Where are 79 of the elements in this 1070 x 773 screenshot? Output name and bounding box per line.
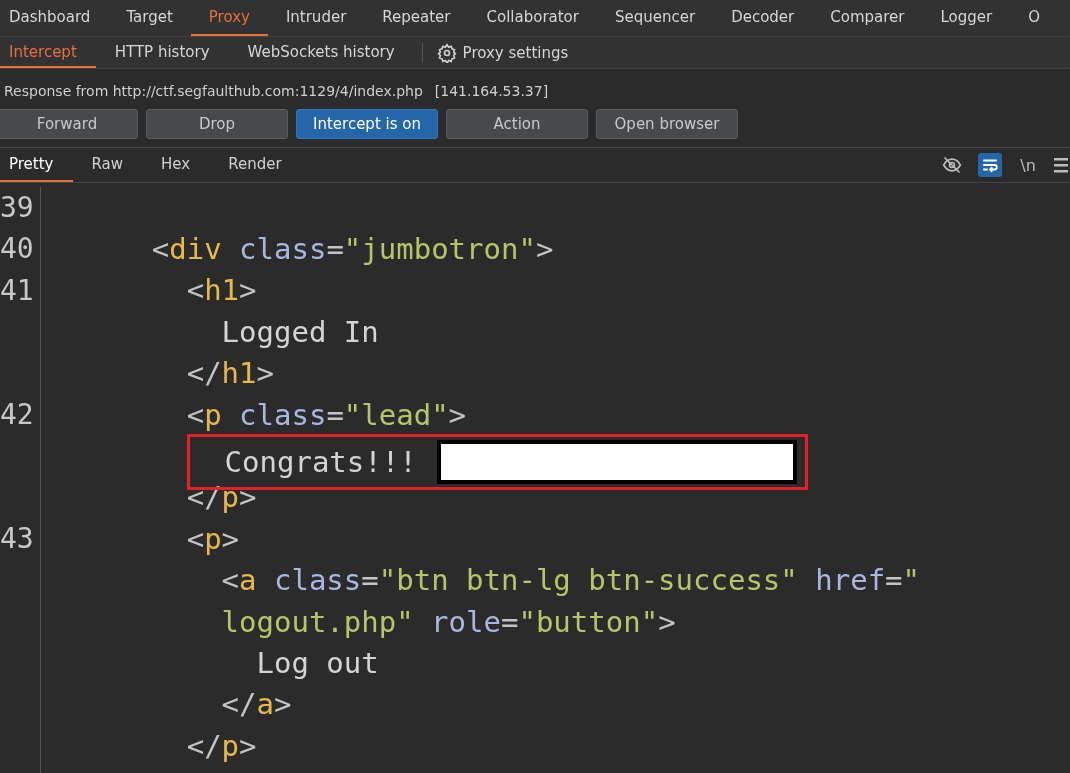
code-token: > bbox=[535, 232, 554, 267]
code-token: role bbox=[430, 604, 501, 639]
main-tab[interactable]: Collaborator bbox=[468, 0, 597, 36]
sub-tab[interactable]: Intercept bbox=[0, 37, 96, 68]
code-token: > bbox=[658, 604, 676, 639]
action-button[interactable]: Forward bbox=[0, 109, 138, 139]
view-tab[interactable]: Hex bbox=[142, 148, 210, 182]
code-token: > bbox=[274, 687, 292, 722]
code-token: a bbox=[256, 687, 274, 722]
code-token: a bbox=[239, 563, 257, 598]
code-token: < bbox=[150, 232, 170, 267]
code-token: > bbox=[239, 728, 257, 763]
code-token: = bbox=[326, 397, 344, 432]
code-token: p bbox=[221, 728, 240, 763]
line-number: 40 bbox=[0, 231, 35, 268]
code-token: < bbox=[185, 521, 205, 556]
action-button[interactable]: Action bbox=[446, 109, 588, 139]
gear-icon bbox=[436, 42, 457, 63]
code-token: </ bbox=[185, 356, 222, 391]
code-token: > bbox=[239, 480, 257, 515]
view-tab[interactable]: Pretty bbox=[0, 148, 73, 182]
code-token: logout.php" bbox=[220, 604, 414, 639]
code-token: "btn btn-lg btn-success" bbox=[378, 563, 798, 598]
code-token: < bbox=[185, 397, 205, 432]
code-token: > bbox=[239, 273, 257, 308]
main-tab[interactable]: Logger bbox=[922, 0, 1011, 36]
line-number: 41 bbox=[0, 272, 35, 309]
code-token: > bbox=[221, 521, 240, 556]
code-token: > bbox=[256, 356, 274, 391]
code-token: = bbox=[361, 563, 379, 598]
main-tab[interactable]: Repeater bbox=[364, 0, 469, 36]
sub-tab[interactable]: WebSockets history bbox=[228, 37, 414, 68]
code-token: < bbox=[220, 563, 240, 598]
code-token: div bbox=[169, 232, 222, 267]
newline-toggle[interactable]: \n bbox=[1016, 153, 1040, 177]
code-token: = bbox=[500, 604, 519, 639]
main-tab[interactable]: Decoder bbox=[713, 0, 813, 36]
line-number: 39 bbox=[0, 190, 35, 226]
code-token: class bbox=[238, 397, 327, 432]
code-token: href bbox=[814, 563, 886, 598]
code-token: p bbox=[204, 397, 222, 432]
line-number: 43 bbox=[0, 521, 35, 558]
code-text: Congrats!!! bbox=[224, 445, 417, 480]
code-token: > bbox=[448, 397, 467, 432]
line-number: 42 bbox=[0, 396, 35, 433]
code-token: </ bbox=[220, 687, 257, 722]
code-token: = bbox=[326, 232, 344, 267]
action-button[interactable]: Intercept is on bbox=[296, 109, 438, 139]
code-token: h1 bbox=[204, 273, 240, 308]
main-tab[interactable]: Target bbox=[108, 0, 191, 36]
code-token: p bbox=[204, 521, 222, 556]
view-tab[interactable]: Render bbox=[209, 148, 301, 182]
menu-icon[interactable] bbox=[1054, 156, 1068, 174]
code-token: "button" bbox=[518, 604, 659, 639]
code-token: </ bbox=[185, 728, 222, 763]
ip-address: [141.164.53.37] bbox=[434, 83, 549, 99]
code-token: class bbox=[273, 563, 362, 598]
view-tab[interactable]: Raw bbox=[72, 148, 143, 182]
code-token: h1 bbox=[221, 356, 257, 391]
code-token: class bbox=[238, 232, 327, 267]
code-token: " bbox=[902, 563, 921, 598]
code-token: "jumbotron" bbox=[343, 232, 536, 267]
action-button[interactable]: Open browser bbox=[596, 109, 738, 139]
code-text: Log out bbox=[255, 646, 379, 680]
code-token: = bbox=[885, 563, 903, 598]
main-tab[interactable]: Dashboard bbox=[0, 0, 109, 36]
sub-tab[interactable]: HTTP history bbox=[95, 37, 229, 68]
code-token: < bbox=[185, 273, 205, 308]
action-button[interactable]: Drop bbox=[146, 109, 288, 139]
code-text: Logged In bbox=[220, 314, 379, 349]
main-tab[interactable]: Comparer bbox=[812, 0, 923, 36]
response-source: Response from http://ctf.segfaulthub.com:1129/4/index.php bbox=[4, 83, 423, 99]
wrap-lines-icon[interactable] bbox=[978, 153, 1002, 177]
code-token: p bbox=[221, 480, 240, 515]
proxy-settings-link[interactable]: Proxy settings bbox=[436, 42, 569, 63]
code-token: "lead" bbox=[343, 397, 449, 432]
main-tab[interactable]: Sequencer bbox=[596, 0, 714, 36]
main-tab[interactable]: Intruder bbox=[267, 0, 365, 36]
main-tab[interactable]: O bbox=[1010, 0, 1058, 36]
